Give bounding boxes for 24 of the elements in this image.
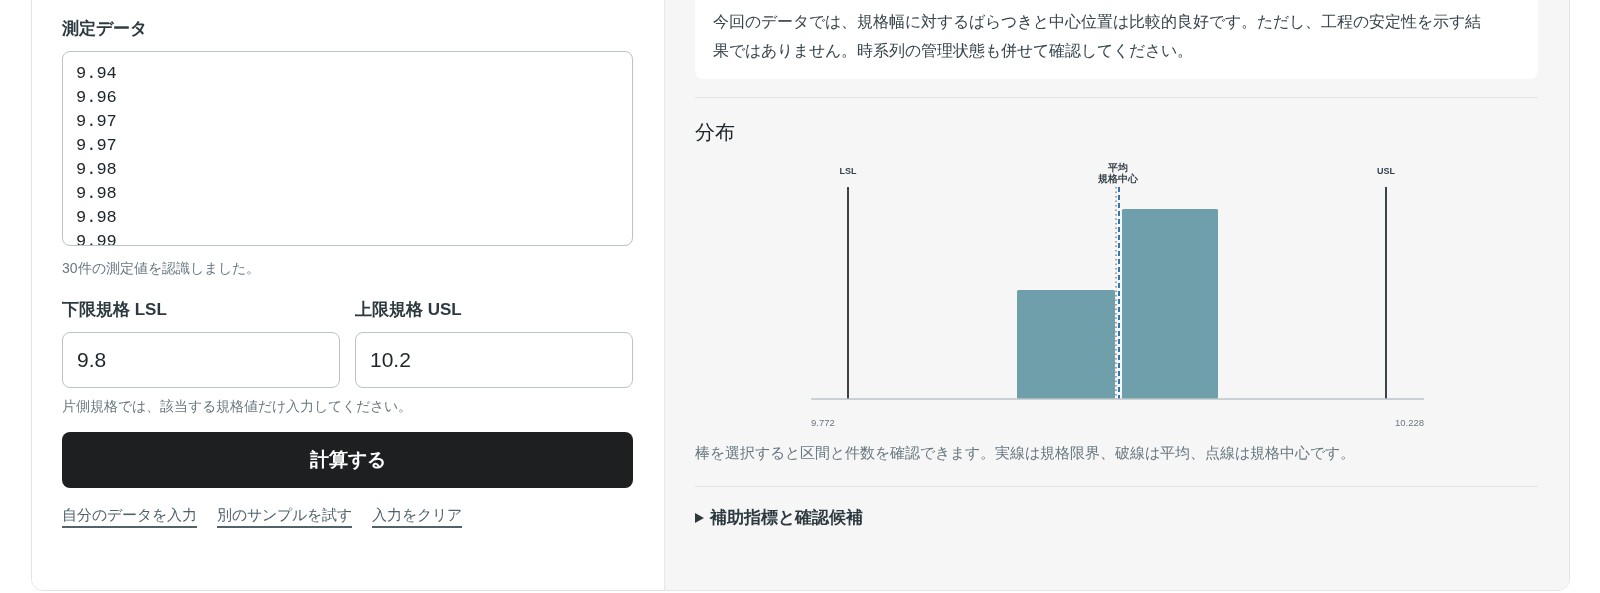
spec-input[interactable]: 9.8: [62, 332, 340, 388]
tick-label: 9.772: [810, 417, 835, 428]
chart-label: USL: [1376, 166, 1395, 176]
text-link[interactable]: 入力をクリア: [372, 504, 462, 528]
chart-caption: 棒を選択すると区間と件数を確認できます。実線は規格限界、破線は平均、点線は規格中心です。: [695, 443, 1356, 463]
histogram-bar[interactable]: [1016, 290, 1115, 399]
summary-text: 今回のデータでは、規格幅に対するばらつきと中心位置は比較的良好です。ただし、工程の安定性を示す結果ではありません。時系列の管理状態も併せて確認してください。: [713, 12, 1482, 61]
hint-text: 片側規格では、該当する規格値だけ入力してください。: [62, 397, 413, 416]
text-link[interactable]: 別のサンプルを試す: [217, 504, 352, 528]
histogram-bar[interactable]: [1121, 209, 1218, 399]
calculate-button[interactable]: 計算する: [62, 432, 633, 488]
spec-input[interactable]: 10.2: [355, 332, 633, 388]
chart-label: 平均: [1107, 162, 1128, 173]
details-toggle[interactable]: 補助指標と確認候補: [695, 505, 1538, 531]
status-text: 30件の測定値を認識しました。: [62, 259, 261, 278]
field-label: 下限規格 LSL: [62, 299, 168, 321]
field-label: 上限規格 USL: [355, 299, 463, 321]
expand-triangle-icon: [695, 512, 704, 523]
tick-label: 10.228: [1394, 417, 1424, 428]
text-link[interactable]: 自分のデータを入力: [62, 504, 197, 528]
field-label: 測定データ: [62, 18, 148, 40]
chart-label: LSL: [839, 166, 856, 176]
chart-label: 規格中心: [1097, 173, 1138, 184]
section-title: 分布: [695, 120, 736, 145]
